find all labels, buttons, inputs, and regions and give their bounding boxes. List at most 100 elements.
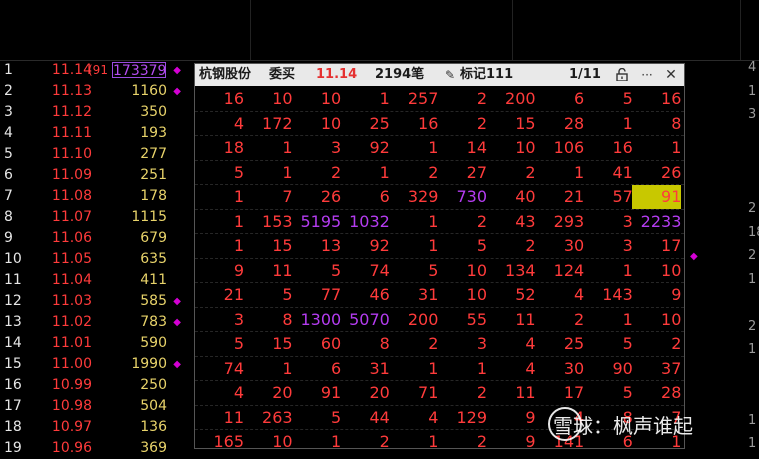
- queue-cell[interactable]: 106: [535, 136, 585, 160]
- queue-cell[interactable]: 1300: [292, 308, 341, 332]
- queue-cell[interactable]: 41: [584, 161, 632, 185]
- queue-cell[interactable]: 60: [292, 332, 341, 356]
- queue-cell[interactable]: 200: [389, 308, 439, 332]
- queue-cell[interactable]: 5: [292, 406, 341, 430]
- queue-cell[interactable]: 3: [292, 136, 341, 160]
- queue-cell[interactable]: 25: [341, 112, 389, 136]
- queue-cell[interactable]: 11: [487, 381, 535, 405]
- queue-cell[interactable]: 4: [487, 357, 535, 381]
- queue-cell[interactable]: 2: [438, 87, 487, 111]
- queue-cell[interactable]: 16: [632, 87, 681, 111]
- queue-cell[interactable]: 9: [487, 406, 535, 430]
- queue-cell[interactable]: 10: [292, 112, 341, 136]
- queue-cell[interactable]: 1: [292, 430, 341, 448]
- order-book-row[interactable]: 9 11.06 679: [0, 228, 195, 249]
- queue-cell[interactable]: 165: [195, 430, 244, 448]
- queue-cell[interactable]: 134: [487, 259, 536, 283]
- queue-cell[interactable]: 40: [487, 185, 535, 209]
- queue-cell[interactable]: 15: [487, 112, 535, 136]
- queue-cell[interactable]: 10: [244, 87, 292, 111]
- queue-cell[interactable]: 2: [632, 332, 681, 356]
- order-book-row[interactable]: 16 10.99 250: [0, 375, 195, 396]
- queue-cell[interactable]: 74: [195, 357, 244, 381]
- queue-cell[interactable]: 3: [584, 234, 633, 258]
- queue-cell[interactable]: 27: [438, 161, 487, 185]
- queue-cell[interactable]: 1: [389, 136, 438, 160]
- queue-cell[interactable]: 11: [244, 259, 292, 283]
- queue-cell[interactable]: 1: [584, 308, 633, 332]
- queue-cell[interactable]: 11: [487, 308, 535, 332]
- order-book-row[interactable]: 1 11.14 (91 173379 ◆: [0, 60, 195, 81]
- queue-cell[interactable]: 8: [244, 308, 292, 332]
- queue-cell[interactable]: 143: [584, 283, 633, 307]
- queue-cell[interactable]: 1: [438, 357, 487, 381]
- queue-cell[interactable]: 15: [244, 332, 292, 356]
- queue-cell[interactable]: 172: [244, 112, 293, 136]
- queue-cell[interactable]: 55: [438, 308, 487, 332]
- order-queue-panel[interactable]: 杭钢股份 委买 11.14 2194笔 ✎ 标记111 1/11 ··· ✕ 1…: [194, 63, 685, 449]
- queue-cell[interactable]: 1: [195, 185, 244, 209]
- queue-cell[interactable]: 16: [389, 112, 438, 136]
- queue-cell[interactable]: 4: [487, 332, 535, 356]
- queue-cell[interactable]: 2233: [632, 210, 682, 234]
- order-book-row[interactable]: 3 11.12 350: [0, 102, 195, 123]
- queue-cell[interactable]: 10: [632, 308, 681, 332]
- order-book-row[interactable]: 8 11.07 1115: [0, 207, 195, 228]
- queue-cell[interactable]: 1: [389, 357, 438, 381]
- queue-cell[interactable]: 1: [195, 210, 244, 234]
- queue-cell[interactable]: 10: [292, 87, 341, 111]
- mark-label[interactable]: 标记111: [460, 64, 513, 86]
- queue-cell[interactable]: 1032: [341, 210, 390, 234]
- queue-cell[interactable]: 10: [487, 136, 535, 160]
- order-book-row[interactable]: 7 11.08 178: [0, 186, 195, 207]
- order-book-row[interactable]: 14 11.01 590: [0, 333, 195, 354]
- close-icon[interactable]: ✕: [664, 68, 678, 82]
- queue-cell[interactable]: 5: [195, 332, 244, 356]
- queue-cell[interactable]: 5: [584, 87, 633, 111]
- queue-cell[interactable]: 1: [389, 234, 438, 258]
- queue-cell[interactable]: 91: [632, 185, 682, 209]
- queue-cell[interactable]: 1: [584, 259, 633, 283]
- queue-cell[interactable]: 4: [195, 381, 244, 405]
- order-book-row[interactable]: 18 10.97 136: [0, 417, 195, 438]
- queue-cell[interactable]: 77: [292, 283, 341, 307]
- row-qty-selected[interactable]: 173379: [112, 62, 166, 79]
- order-book-row[interactable]: 11 11.04 411: [0, 270, 195, 291]
- queue-cell[interactable]: 17: [632, 234, 681, 258]
- order-book-row[interactable]: 6 11.09 251: [0, 165, 195, 186]
- more-icon[interactable]: ···: [640, 68, 654, 82]
- queue-cell[interactable]: 26: [292, 185, 341, 209]
- queue-cell[interactable]: 293: [535, 210, 585, 234]
- queue-cell[interactable]: 30: [535, 234, 584, 258]
- queue-cell[interactable]: 52: [487, 283, 535, 307]
- queue-cell[interactable]: 5: [389, 259, 438, 283]
- queue-cell[interactable]: 6: [535, 87, 584, 111]
- queue-cell[interactable]: 25: [535, 332, 584, 356]
- queue-cell[interactable]: 5: [195, 161, 244, 185]
- queue-cell[interactable]: 92: [341, 136, 389, 160]
- queue-cell[interactable]: 2: [438, 112, 487, 136]
- order-book-row[interactable]: 10 11.05 635: [0, 249, 195, 270]
- queue-cell[interactable]: 1: [632, 136, 681, 160]
- queue-cell[interactable]: 2: [535, 308, 584, 332]
- queue-cell[interactable]: 2: [389, 332, 438, 356]
- queue-cell[interactable]: 2: [487, 161, 535, 185]
- queue-cell[interactable]: 1: [584, 112, 633, 136]
- edit-icon[interactable]: ✎: [443, 68, 457, 82]
- queue-cell[interactable]: 2: [389, 161, 438, 185]
- queue-cell[interactable]: 6: [341, 185, 390, 209]
- queue-cell[interactable]: 11: [195, 406, 244, 430]
- queue-cell[interactable]: 200: [487, 87, 536, 111]
- queue-cell[interactable]: 3: [438, 332, 487, 356]
- queue-cell[interactable]: 124: [535, 259, 585, 283]
- queue-cell[interactable]: 10: [438, 283, 487, 307]
- queue-cell[interactable]: 6: [292, 357, 341, 381]
- queue-cell[interactable]: 13: [292, 234, 341, 258]
- queue-cell[interactable]: 4: [535, 283, 584, 307]
- order-book-row[interactable]: 17 10.98 504: [0, 396, 195, 417]
- queue-cell[interactable]: 10: [438, 259, 487, 283]
- queue-cell[interactable]: 9: [195, 259, 244, 283]
- queue-cell[interactable]: 129: [438, 406, 487, 430]
- queue-cell[interactable]: 8: [341, 332, 390, 356]
- queue-cell[interactable]: 4: [389, 406, 438, 430]
